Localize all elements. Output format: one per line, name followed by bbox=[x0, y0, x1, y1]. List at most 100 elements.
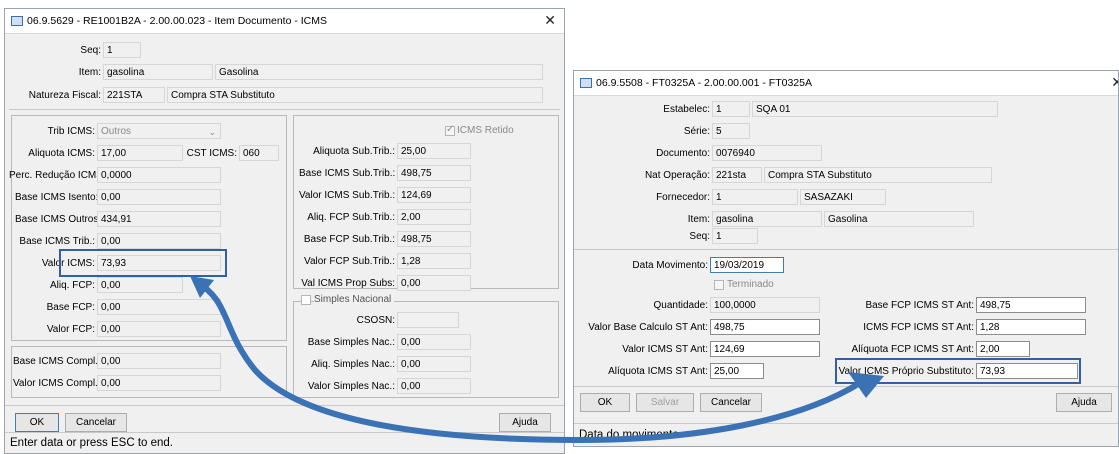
perc-reducao-label: Perc. Redução ICMS: bbox=[9, 170, 106, 181]
base-fcp-st-input[interactable]: 498,75 bbox=[976, 297, 1086, 313]
valor-icms-highlight bbox=[59, 249, 227, 277]
base-fcp-sub-label: Base FCP Sub.Trib.: bbox=[303, 234, 395, 245]
fornecedor-code-field: 1 bbox=[712, 189, 798, 205]
aliq-fcp-sub-label: Aliq. FCP Sub.Trib.: bbox=[307, 212, 395, 223]
estab-desc-field: SQA 01 bbox=[752, 101, 998, 117]
valor-simples-field: 0,00 bbox=[397, 378, 471, 394]
app-window-icon bbox=[11, 16, 23, 26]
nat-operacao-code-field: 221sta bbox=[712, 167, 762, 183]
title-bar: 06.9.5508 - FT0325A - 2.00.00.001 - FT03… bbox=[574, 71, 1118, 96]
base-compl-field: 0,00 bbox=[97, 353, 221, 369]
header-separator bbox=[9, 109, 560, 110]
chevron-down-icon: ⌄ bbox=[208, 127, 216, 137]
icms-retido-checkbox[interactable] bbox=[445, 124, 455, 136]
aliq-fcp-label: Aliq. FCP: bbox=[49, 280, 95, 291]
header-separator bbox=[574, 249, 1118, 250]
status-bar: Enter data or press ESC to end. bbox=[5, 432, 564, 453]
button-bar-separator bbox=[574, 386, 1118, 387]
trib-icms-select[interactable]: Outros ⌄ bbox=[97, 123, 221, 139]
ok-button[interactable]: OK bbox=[15, 413, 59, 432]
title-bar: 06.9.5629 - RE1001B2A - 2.00.00.023 - It… bbox=[5, 9, 564, 34]
item-code-field: gasolina bbox=[712, 211, 822, 227]
terminado-checkbox[interactable] bbox=[714, 280, 724, 290]
base-isento-label: Base ICMS Isento: bbox=[15, 192, 99, 203]
fornecedor-label: Fornecedor: bbox=[656, 192, 710, 203]
ok-button[interactable]: OK bbox=[580, 393, 630, 412]
valor-compl-label: Valor ICMS Compl.: bbox=[13, 378, 101, 389]
aliq-fcp-field: 0,00 bbox=[97, 277, 183, 293]
val-prop-field: 0,00 bbox=[397, 275, 471, 291]
aliquota-icms-st-input[interactable]: 25,00 bbox=[710, 363, 764, 379]
save-button[interactable]: Salvar bbox=[636, 393, 694, 412]
base-fcp-field: 0,00 bbox=[97, 299, 221, 315]
quantidade-label: Quantidade: bbox=[653, 300, 709, 311]
seq-label: Seq: bbox=[80, 45, 101, 56]
seq-field: 1 bbox=[712, 228, 758, 244]
icms-fcp-st-input[interactable]: 1,28 bbox=[976, 319, 1086, 335]
app-window-icon bbox=[580, 78, 592, 88]
cst-icms-field: 060 bbox=[239, 145, 279, 161]
serie-field: 5 bbox=[712, 123, 750, 139]
valor-sub-label: Valor ICMS Sub.Trib.: bbox=[299, 190, 396, 201]
item-code-field: gasolina bbox=[103, 64, 213, 80]
base-fcp-label: Base FCP: bbox=[46, 302, 95, 313]
base-sub-field: 498,75 bbox=[397, 165, 471, 181]
close-icon[interactable]: ✕ bbox=[544, 12, 556, 29]
close-icon[interactable]: ✕ bbox=[1111, 74, 1118, 91]
csosn-field bbox=[397, 312, 459, 328]
estab-code-field: 1 bbox=[712, 101, 750, 117]
icms-fcp-st-label: ICMS FCP ICMS ST Ant: bbox=[863, 322, 974, 333]
icms-item-dialog: 06.9.5629 - RE1001B2A - 2.00.00.023 - It… bbox=[4, 8, 565, 454]
aliquota-icms-st-label: Alíquota ICMS ST Ant: bbox=[608, 366, 708, 377]
simples-checkbox[interactable] bbox=[301, 295, 311, 305]
window-title: 06.9.5508 - FT0325A - 2.00.00.001 - FT03… bbox=[596, 77, 812, 89]
val-prop-label: Val ICMS Prop Subs: bbox=[301, 278, 395, 289]
aliq-fcp-sub-field: 2,00 bbox=[397, 209, 471, 225]
aliq-simples-field: 0,00 bbox=[397, 356, 471, 372]
help-button[interactable]: Ajuda bbox=[499, 413, 551, 432]
base-outros-field: 434,91 bbox=[97, 211, 221, 227]
base-simples-field: 0,00 bbox=[397, 334, 471, 350]
valor-fcp-field: 0,00 bbox=[97, 321, 221, 337]
base-compl-label: Base ICMS Compl.: bbox=[13, 356, 101, 367]
base-isento-field: 0,00 bbox=[97, 189, 221, 205]
item-desc-field: Gasolina bbox=[215, 64, 543, 80]
data-movimento-label: Data Movimento: bbox=[632, 260, 708, 271]
aliquota-icms-label: Aliquota ICMS: bbox=[28, 148, 95, 159]
perc-reducao-field: 0,0000 bbox=[97, 167, 221, 183]
icms-retido-label: ICMS Retido bbox=[457, 125, 514, 136]
cancel-button[interactable]: Cancelar bbox=[65, 413, 127, 432]
seq-label: Seq: bbox=[689, 231, 710, 242]
estab-label: Estabelec: bbox=[663, 104, 710, 115]
terminado-label: Terminado bbox=[727, 279, 774, 290]
trib-icms-label: Trib ICMS: bbox=[47, 126, 95, 137]
item-label: Item: bbox=[78, 67, 101, 78]
csosn-label: CSOSN: bbox=[356, 315, 395, 326]
base-trib-label: Base ICMS Trib.: bbox=[19, 236, 95, 247]
status-bar: Data do movimento bbox=[574, 423, 1118, 446]
cst-icms-label: CST ICMS: bbox=[186, 148, 237, 159]
valor-icms-st-input[interactable]: 124,69 bbox=[710, 341, 820, 357]
valor-compl-field: 0,00 bbox=[97, 375, 221, 391]
data-movimento-input[interactable]: 19/03/2019 bbox=[710, 257, 784, 273]
nat-operacao-desc-field: Compra STA Substituto bbox=[764, 167, 992, 183]
base-outros-label: Base ICMS Outros: bbox=[15, 214, 102, 225]
aliq-sub-field: 25,00 bbox=[397, 143, 471, 159]
valor-sub-field: 124,69 bbox=[397, 187, 471, 203]
valor-fcp-sub-field: 1,28 bbox=[397, 253, 471, 269]
aliquota-icms-field: 17,00 bbox=[97, 145, 183, 161]
cancel-button[interactable]: Cancelar bbox=[700, 393, 762, 412]
natureza-label: Natureza Fiscal: bbox=[28, 90, 101, 101]
item-label: Item: bbox=[687, 214, 710, 225]
window-title: 06.9.5629 - RE1001B2A - 2.00.00.023 - It… bbox=[27, 15, 327, 27]
trib-icms-value: Outros bbox=[101, 126, 132, 137]
simples-label: Simples Nacional bbox=[314, 294, 395, 305]
button-bar-separator bbox=[5, 405, 564, 406]
help-button[interactable]: Ajuda bbox=[1056, 393, 1112, 412]
aliquota-fcp-st-input[interactable]: 2,00 bbox=[976, 341, 1030, 357]
aliquota-fcp-st-label: Alíquota FCP ICMS ST Ant: bbox=[851, 344, 974, 355]
valor-icms-st-label: Valor ICMS ST Ant: bbox=[622, 344, 708, 355]
valor-fcp-label: Valor FCP: bbox=[46, 324, 95, 335]
valor-base-st-input[interactable]: 498,75 bbox=[710, 319, 820, 335]
base-fcp-st-label: Base FCP ICMS ST Ant: bbox=[865, 300, 974, 311]
